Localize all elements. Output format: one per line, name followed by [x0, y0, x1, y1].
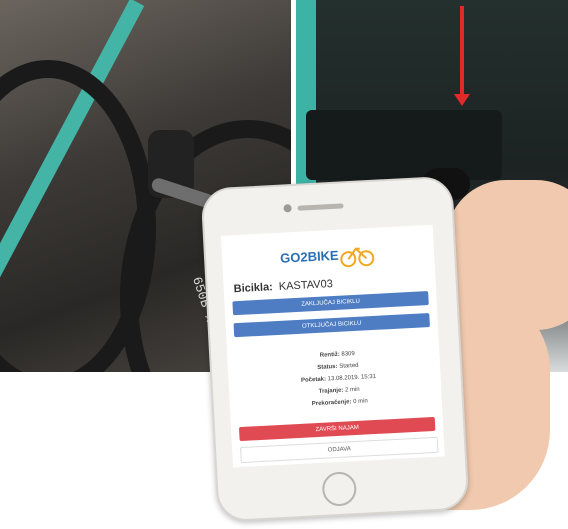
- smartphone: GO2BIKE Bicikla: KASTAV03 ZAKLJUČAJ BICI…: [200, 175, 470, 523]
- lock-bike-button[interactable]: ZAKLJUČAJ BICIKLU: [232, 291, 429, 316]
- bike-title: Bicikla: KASTAV03: [233, 278, 333, 295]
- bike-label: Bicikla:: [233, 281, 274, 296]
- lock-housing: [306, 110, 502, 180]
- logout-button[interactable]: ODJAVA: [240, 436, 439, 464]
- arrow-head: [454, 94, 470, 106]
- bike-name: KASTAV03: [278, 278, 334, 293]
- unlock-bike-button[interactable]: OTKLJUČAJ BICIKLU: [233, 313, 430, 338]
- home-button[interactable]: [321, 471, 358, 507]
- info-row: Prekoračenje: 0 min: [311, 398, 368, 408]
- speaker: [297, 203, 344, 211]
- go2bike-logo: GO2BIKE: [277, 240, 378, 273]
- arrow-down: [460, 6, 464, 98]
- front-camera: [283, 204, 292, 213]
- app-screen: GO2BIKE Bicikla: KASTAV03 ZAKLJUČAJ BICI…: [220, 224, 445, 468]
- bicycle-icon: [340, 247, 375, 268]
